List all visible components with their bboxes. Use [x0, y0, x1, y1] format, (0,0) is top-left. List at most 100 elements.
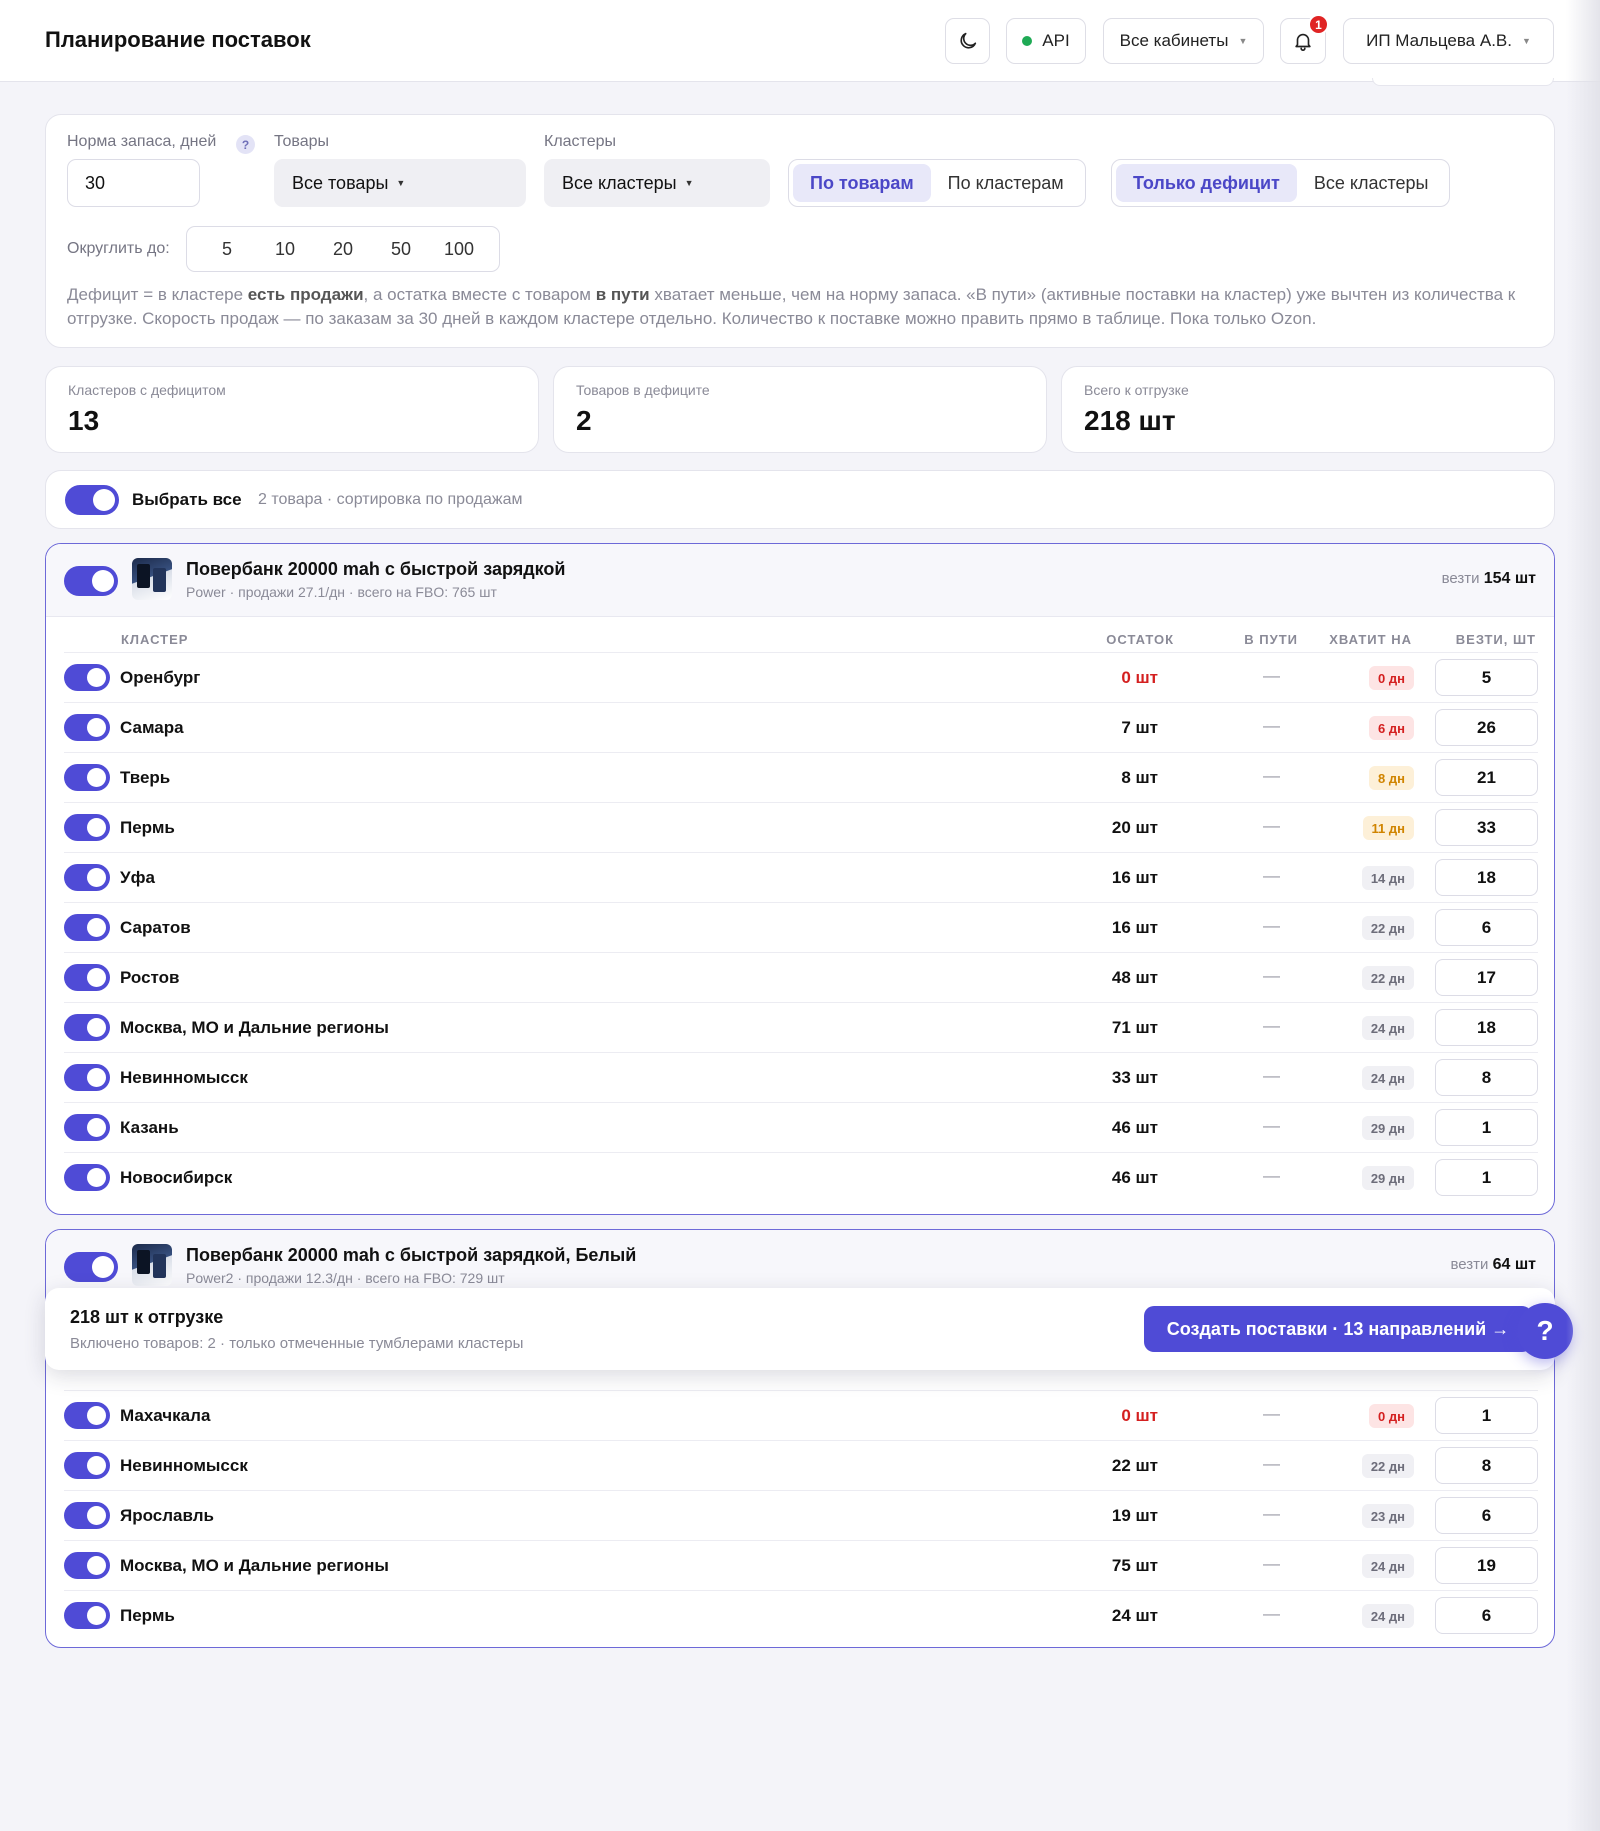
table-row: Пермь 20 шт — 11 дн 33: [64, 802, 1538, 852]
cluster-name: Москва, МО и Дальние регионы: [120, 1018, 389, 1037]
clusters-select[interactable]: Все кластеры ▼: [544, 159, 770, 207]
user-menu[interactable]: ИП Мальцева А.В. ▼: [1343, 18, 1554, 64]
help-icon[interactable]: ?: [236, 135, 255, 154]
days-badge: 23 дн: [1361, 1504, 1414, 1528]
quantity-input[interactable]: 18: [1435, 1009, 1538, 1046]
help-button[interactable]: ?: [1517, 1303, 1573, 1359]
view-by-products-option[interactable]: По товарам: [793, 164, 931, 202]
quantity-input[interactable]: 33: [1435, 809, 1538, 846]
table-row: Самара 7 шт — 6 дн 26: [64, 702, 1538, 752]
table-row: Москва, МО и Дальние регионы 71 шт — 24 дн 1…: [64, 1002, 1538, 1052]
round-option-50[interactable]: 50: [372, 239, 430, 260]
days-badge: 24 дн: [1361, 1604, 1414, 1628]
days-badge: 29 дн: [1361, 1166, 1414, 1190]
stat-label: Кластеров с дефицитом: [68, 382, 226, 398]
cluster-name: Пермь: [120, 818, 175, 837]
table-row: Ростов 48 шт — 22 дн 17: [64, 952, 1538, 1002]
days-badge: 0 дн: [1369, 666, 1414, 690]
products-select[interactable]: Все товары ▼: [274, 159, 526, 207]
all-clusters-option[interactable]: Все кластеры: [1297, 164, 1446, 202]
days-badge: 14 дн: [1361, 866, 1414, 890]
quantity-input[interactable]: 5: [1435, 659, 1538, 696]
cluster-toggle[interactable]: [64, 814, 110, 841]
api-status-button[interactable]: API: [1006, 18, 1086, 64]
stock-value: 7 шт: [1121, 718, 1158, 737]
stock-value: 33 шт: [1111, 1068, 1158, 1087]
quantity-input[interactable]: 8: [1435, 1059, 1538, 1096]
cluster-name: Уфа: [120, 868, 155, 887]
select-all-label: Выбрать все: [132, 490, 242, 509]
round-option-20[interactable]: 20: [314, 239, 372, 260]
cabinets-label: Все кабинеты: [1119, 31, 1229, 50]
quantity-input[interactable]: 6: [1435, 1497, 1538, 1534]
stock-value: 75 шт: [1111, 1556, 1158, 1575]
cluster-toggle[interactable]: [64, 1014, 110, 1041]
cluster-toggle[interactable]: [64, 714, 110, 741]
quantity-input[interactable]: 26: [1435, 709, 1538, 746]
stock-norm-input[interactable]: 30: [67, 159, 200, 207]
days-badge: 24 дн: [1361, 1554, 1414, 1578]
cluster-toggle[interactable]: [64, 1402, 110, 1429]
cabinets-dropdown[interactable]: Все кабинеты ▼: [1103, 18, 1264, 64]
transit-value: —: [1263, 1016, 1280, 1035]
quantity-input[interactable]: 17: [1435, 959, 1538, 996]
cluster-toggle[interactable]: [64, 1452, 110, 1479]
cluster-toggle[interactable]: [64, 664, 110, 691]
transit-value: —: [1263, 766, 1280, 785]
quantity-input[interactable]: 1: [1435, 1397, 1538, 1434]
transit-value: —: [1263, 1604, 1280, 1623]
cluster-name: Невинномысск: [120, 1068, 248, 1087]
stock-norm-label: Норма запаса, дней: [67, 133, 217, 150]
theme-toggle-button[interactable]: [945, 18, 990, 64]
quantity-input[interactable]: 19: [1435, 1547, 1538, 1584]
cluster-toggle[interactable]: [64, 864, 110, 891]
table-row: Ярославль 19 шт — 23 дн 6: [64, 1490, 1538, 1540]
stock-value: 0 шт: [1121, 668, 1158, 687]
stock-value: 24 шт: [1111, 1606, 1158, 1625]
clusters-select-value: Все кластеры: [562, 172, 677, 193]
table-row: Саратов 16 шт — 22 дн 6: [64, 902, 1538, 952]
products-select-value: Все товары: [292, 172, 389, 193]
product-name: Повербанк 20000 mah с быстрой зарядкой, …: [186, 1245, 637, 1265]
user-name: ИП Мальцева А.В.: [1366, 31, 1512, 50]
cluster-toggle[interactable]: [64, 964, 110, 991]
days-badge: 0 дн: [1369, 1404, 1414, 1428]
quantity-input[interactable]: 21: [1435, 759, 1538, 796]
only-deficit-option[interactable]: Только дефицит: [1116, 164, 1297, 202]
round-option-100[interactable]: 100: [430, 239, 488, 260]
round-option-5[interactable]: 5: [198, 239, 256, 260]
cluster-toggle[interactable]: [64, 914, 110, 941]
view-by-clusters-option[interactable]: По кластерам: [931, 164, 1081, 202]
round-option-10[interactable]: 10: [256, 239, 314, 260]
cluster-toggle[interactable]: [64, 1502, 110, 1529]
cluster-toggle[interactable]: [64, 1114, 110, 1141]
cluster-name: Казань: [120, 1118, 179, 1137]
quantity-input[interactable]: 6: [1435, 909, 1538, 946]
cluster-toggle[interactable]: [64, 764, 110, 791]
stat-card-clusters: Кластеров с дефицитом 13: [45, 366, 539, 453]
cluster-toggle[interactable]: [64, 1164, 110, 1191]
quantity-input[interactable]: 1: [1435, 1109, 1538, 1146]
transit-value: —: [1263, 816, 1280, 835]
cluster-toggle[interactable]: [64, 1064, 110, 1091]
select-all-toggle[interactable]: [65, 485, 119, 515]
quantity-input[interactable]: 6: [1435, 1597, 1538, 1634]
product-meta: Power · продажи 27.1/дн · всего на FBO: …: [186, 584, 497, 600]
cluster-toggle[interactable]: [64, 1552, 110, 1579]
transit-value: —: [1263, 916, 1280, 935]
cluster-name: Самара: [120, 718, 184, 737]
cluster-toggle[interactable]: [64, 1602, 110, 1629]
quantity-input[interactable]: 1: [1435, 1159, 1538, 1196]
table-row: Москва, МО и Дальние регионы 75 шт — 24 дн 1…: [64, 1540, 1538, 1590]
product-thumbnail: [132, 558, 172, 600]
quantity-input[interactable]: 18: [1435, 859, 1538, 896]
transit-value: —: [1263, 1066, 1280, 1085]
caret-down-icon: ▼: [684, 178, 694, 188]
days-badge: 6 дн: [1369, 716, 1414, 740]
create-shipments-button[interactable]: Создать поставки · 13 направлений →: [1144, 1306, 1532, 1352]
product-toggle[interactable]: [64, 1252, 118, 1282]
product-toggle[interactable]: [64, 566, 118, 596]
cluster-name: Ростов: [120, 968, 180, 987]
quantity-input[interactable]: 8: [1435, 1447, 1538, 1484]
days-badge: 8 дн: [1369, 766, 1414, 790]
